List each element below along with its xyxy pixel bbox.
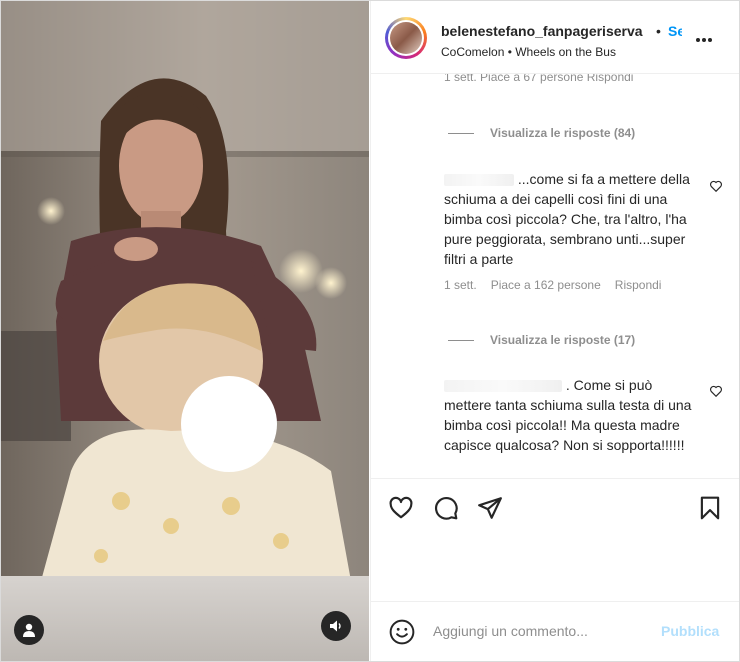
comment-likes[interactable]: Piace a 162 persone [491, 278, 601, 292]
smiley-icon[interactable] [389, 619, 415, 645]
comment-icon[interactable] [433, 495, 459, 521]
replies-line [448, 132, 474, 134]
avatar [388, 20, 424, 56]
view-replies-button[interactable]: Visualizza le risposte (17) [448, 333, 635, 347]
action-bar [371, 478, 739, 602]
tagged-users-button[interactable] [14, 615, 44, 645]
instagram-post-window: belenestefano_fanpageriserva • Segui CoC… [0, 0, 740, 662]
header-separator: • [656, 23, 661, 39]
comment-item: ...come si fa a mettere della schiuma a … [444, 169, 694, 269]
comment-time: 1 sett. [444, 278, 477, 292]
more-options-icon[interactable] [696, 29, 718, 45]
audio-attribution[interactable]: CoComelon • Wheels on the Bus [441, 45, 616, 59]
paper-plane-icon[interactable] [477, 495, 503, 521]
post-side-panel: belenestefano_fanpageriserva • Segui CoC… [370, 1, 739, 661]
comments-list[interactable]: 1 sett. Piace a 67 persone Rispondi Visu… [371, 74, 739, 477]
post-video[interactable] [1, 1, 369, 661]
speaker-icon [330, 620, 341, 632]
comment-input[interactable] [433, 620, 653, 642]
add-comment-bar: Pubblica [371, 601, 739, 661]
person-icon [23, 623, 35, 637]
audio-toggle-button[interactable] [321, 611, 351, 641]
blurred-username[interactable] [444, 380, 562, 393]
comment-like-icon[interactable] [709, 179, 723, 193]
comment-meta: 1 sett. Piace a 162 persone Rispondi [444, 278, 675, 292]
comment-item: . Come si può mettere tanta schiuma sull… [444, 375, 694, 455]
view-replies-button[interactable]: Visualizza le risposte (84) [448, 126, 635, 140]
comment-like-icon[interactable] [709, 384, 723, 398]
view-replies-label: Visualizza le risposte (84) [490, 126, 636, 140]
video-frame [1, 1, 369, 661]
publish-button[interactable]: Pubblica [661, 623, 719, 639]
replies-line [448, 339, 474, 341]
heart-icon[interactable] [388, 495, 414, 521]
post-username[interactable]: belenestefano_fanpageriserva [441, 23, 643, 39]
reply-button[interactable]: Rispondi [615, 278, 662, 292]
comment-meta-partial: 1 sett. Piace a 67 persone Rispondi [444, 74, 634, 84]
view-replies-label: Visualizza le risposte (17) [490, 333, 636, 347]
follow-button[interactable]: Segui [668, 23, 682, 39]
story-ring[interactable] [385, 17, 427, 59]
post-header: belenestefano_fanpageriserva • Segui CoC… [371, 1, 739, 74]
bookmark-icon[interactable] [697, 495, 723, 521]
blurred-username[interactable] [444, 174, 514, 187]
